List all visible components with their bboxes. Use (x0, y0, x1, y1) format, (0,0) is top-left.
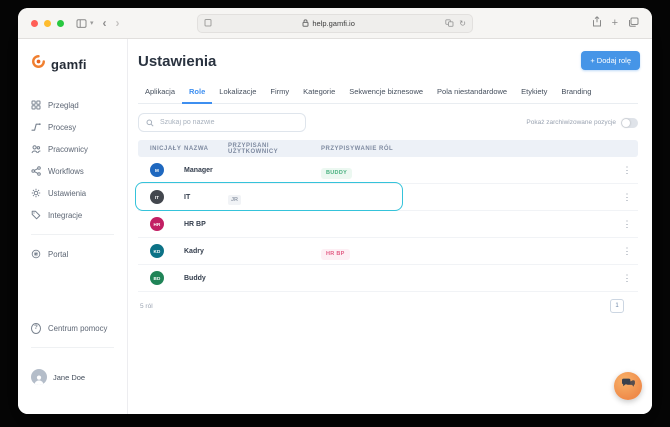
extension-icon[interactable] (204, 18, 212, 29)
portal-icon (31, 249, 41, 259)
tab-pola-niestandardowe[interactable]: Pola niestandardowe (430, 82, 514, 103)
new-tab-button[interactable]: + (612, 18, 618, 29)
app-sidebar: gamfi Przegląd Procesy Pracownicy Workfl… (18, 39, 128, 414)
lock-icon (302, 18, 309, 29)
table-row[interactable]: KD Kadry HR BP ⋮ (138, 238, 638, 265)
window-controls (31, 19, 64, 27)
chat-widget-button[interactable] (614, 372, 642, 400)
tab-sekwencje-biznesowe[interactable]: Sekwencje biznesowe (342, 82, 430, 103)
workflow-icon (31, 166, 41, 176)
minimize-window-button[interactable] (44, 19, 51, 27)
forward-button[interactable]: › (116, 17, 120, 29)
add-role-button[interactable]: + Dodaj rolę (581, 51, 640, 70)
chat-bubbles-icon (621, 377, 635, 395)
table-row[interactable]: HR HR BP ⋮ (138, 211, 638, 238)
sidebar-divider (31, 234, 114, 235)
role-badge: Buddy (321, 167, 353, 179)
role-name: HR BP (184, 220, 206, 228)
search-input[interactable] (158, 118, 298, 127)
column-header-name: Nazwa (184, 145, 209, 152)
gamfi-logo-icon (31, 54, 46, 74)
tab-kategorie[interactable]: Kategorie (296, 82, 342, 103)
tab-firmy[interactable]: Firmy (263, 82, 296, 103)
pagination-page-1[interactable]: 1 (610, 299, 624, 313)
sidebar-item-przeglad[interactable]: Przegląd (18, 94, 127, 116)
question-circle-icon: ? (31, 322, 41, 334)
archived-toggle-control[interactable]: Pokaż zarchiwizowane pozycje (526, 117, 638, 128)
back-button[interactable]: ‹ (103, 17, 107, 29)
tab-role[interactable]: Role (182, 82, 213, 104)
address-bar[interactable]: help.gamfi.io ↻ (197, 14, 473, 33)
sidebar-divider (31, 347, 114, 348)
assigned-user-chip: JR (228, 195, 242, 205)
role-avatar: BD (150, 271, 164, 285)
page-title: Ustawienia (138, 53, 217, 70)
tab-aplikacja[interactable]: Aplikacja (138, 82, 182, 103)
tab-branding[interactable]: Branding (554, 82, 598, 103)
logo-wordmark: gamfi (51, 56, 87, 72)
role-badge: HR BP (321, 248, 350, 260)
table-row[interactable]: M Manager Buddy ⋮ (138, 157, 638, 184)
column-header-role-assignment: Przypisywanie ról (321, 145, 394, 152)
sidebar-item-workflows[interactable]: Workflows (18, 160, 127, 182)
people-icon (31, 144, 41, 154)
row-menu-icon[interactable]: ⋮ (616, 246, 638, 256)
table-row[interactable]: IT IT JR ⋮ (135, 182, 638, 211)
url-text: help.gamfi.io (312, 19, 355, 28)
table-header: Inicjały Nazwa Przypisani użytkownicy Pr… (138, 140, 638, 157)
tab-etykiety[interactable]: Etykiety (514, 82, 554, 103)
row-menu-icon[interactable]: ⋮ (616, 165, 638, 175)
sidebar-item-ustawienia[interactable]: Ustawienia (18, 182, 127, 204)
role-avatar: IT (150, 190, 164, 204)
settings-page: Ustawienia + Dodaj rolę Aplikacja Role L… (128, 39, 652, 414)
zoom-window-button[interactable] (57, 19, 64, 27)
settings-tabs: Aplikacja Role Lokalizacje Firmy Kategor… (138, 82, 638, 104)
role-avatar: KD (150, 244, 164, 258)
archived-toggle-label: Pokaż zarchiwizowane pozycje (526, 119, 616, 126)
user-name: Jane Doe (53, 372, 86, 382)
role-name: IT (184, 193, 191, 201)
sidebar-item-pracownicy[interactable]: Pracownicy (18, 138, 127, 160)
roles-table: Inicjały Nazwa Przypisani użytkownicy Pr… (135, 140, 638, 313)
tab-overview-icon[interactable] (628, 14, 639, 32)
row-menu-icon[interactable]: ⋮ (616, 219, 638, 229)
close-window-button[interactable] (31, 19, 38, 27)
search-field[interactable] (138, 113, 306, 132)
row-menu-icon[interactable]: ⋮ (616, 273, 638, 283)
role-name: Manager (184, 166, 213, 174)
tab-lokalizacje[interactable]: Lokalizacje (212, 82, 263, 103)
row-menu-icon[interactable]: ⋮ (616, 192, 638, 202)
user-avatar (31, 369, 47, 385)
archived-toggle-switch[interactable] (621, 117, 638, 128)
processes-icon (31, 122, 41, 132)
sidebar-item-procesy[interactable]: Procesy (18, 116, 127, 138)
chevron-down-icon[interactable]: ▾ (90, 19, 94, 27)
column-header-initials: Inicjały (150, 145, 182, 152)
table-row[interactable]: BD Buddy ⋮ (138, 265, 638, 292)
translate-icon[interactable] (445, 18, 454, 29)
reload-icon[interactable]: ↻ (459, 19, 466, 28)
role-avatar: M (150, 163, 164, 177)
gear-icon (31, 188, 41, 198)
role-avatar: HR (150, 217, 164, 231)
column-header-assigned-users: Przypisani użytkownicy (228, 142, 279, 155)
sidebar-item-help-center[interactable]: ? Centrum pomocy (18, 317, 127, 339)
share-icon[interactable] (592, 14, 602, 32)
role-name: Kadry (184, 247, 204, 255)
dashboard-icon (31, 100, 41, 110)
current-user[interactable]: Jane Doe (18, 366, 127, 388)
role-name: Buddy (184, 274, 206, 282)
sidebar-item-portal[interactable]: Portal (18, 243, 127, 265)
search-icon (146, 114, 154, 132)
roles-count: 5 ról (140, 302, 153, 310)
browser-toolbar: ▾ ‹ › help.gamfi.io ↻ + (18, 8, 652, 39)
sidebar-toggle-icon[interactable] (76, 18, 87, 29)
sidebar-item-integracje[interactable]: Integracje (18, 204, 127, 226)
gamfi-logo[interactable]: gamfi (18, 52, 127, 74)
integrations-icon (31, 210, 41, 220)
browser-window: ▾ ‹ › help.gamfi.io ↻ + gamfi Przegląd P… (18, 8, 652, 414)
